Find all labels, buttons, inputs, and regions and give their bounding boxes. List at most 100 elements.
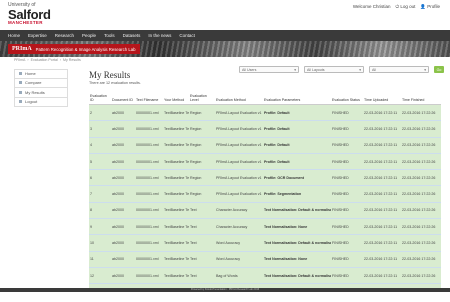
table-cell: Bag of Words bbox=[215, 267, 263, 285]
table-cell: 22-03-2016 17:22:11 bbox=[363, 234, 401, 252]
nav-item[interactable]: Research bbox=[55, 33, 74, 38]
nav-item[interactable]: People bbox=[82, 33, 96, 38]
table-cell: 22-03-2016 17:22:26 bbox=[401, 137, 441, 154]
column-header[interactable]: Evaluation ID bbox=[89, 86, 111, 105]
breadcrumb-item[interactable]: PRImA bbox=[14, 58, 25, 62]
table-row[interactable]: 8 ab2000 00000001.xml TextBaseline Tel Text C… bbox=[89, 202, 441, 220]
column-header[interactable]: Time Uploaded bbox=[363, 86, 401, 105]
breadcrumb-item[interactable]: Evaluation Portal bbox=[31, 58, 58, 62]
table-cell: 22-03-2016 17:22:11 bbox=[363, 120, 401, 138]
table-cell: ab2000 bbox=[111, 267, 135, 285]
nav-item[interactable]: Datasets bbox=[123, 33, 141, 38]
column-header[interactable]: Evaluation Level bbox=[189, 86, 215, 105]
nav-item[interactable]: Tools bbox=[104, 33, 115, 38]
sidebar-item-label: Home bbox=[25, 71, 36, 77]
table-cell: 11 bbox=[89, 251, 111, 268]
table-cell: FINISHED bbox=[331, 185, 363, 203]
table-cell: TextBaseline Tel bbox=[163, 185, 189, 203]
table-cell: TextBaseline Tel bbox=[163, 137, 189, 154]
table-row[interactable]: 12 ab2000 00000001.xml TextBaseline Tel Text… bbox=[89, 267, 441, 285]
table-cell: ab2000 bbox=[111, 169, 135, 187]
nav-item[interactable]: Expertise bbox=[28, 33, 47, 38]
table-cell: ab2000 bbox=[111, 251, 135, 268]
chevron-down-icon: ▾ bbox=[294, 67, 296, 72]
column-header[interactable]: Document ID bbox=[111, 86, 135, 105]
breadcrumb: PRImA › Evaluation Portal › My Results bbox=[14, 58, 81, 62]
table-row[interactable]: 2 ab2000 00000001.xml TextBaseline Tel Regio… bbox=[89, 104, 441, 122]
table-cell: 10 bbox=[89, 234, 111, 252]
go-button[interactable]: Go bbox=[434, 66, 444, 73]
table-row[interactable]: 6 ab2000 00000001.xml TextBaseline Tel Regio… bbox=[89, 169, 441, 187]
table-row[interactable]: 10 ab2000 00000001.xml TextBaseline Tel Text… bbox=[89, 234, 441, 252]
chevron-down-icon: ▾ bbox=[359, 67, 361, 72]
sidebar-item-home[interactable]: Home bbox=[14, 69, 68, 79]
table-cell: Text Normalisation: Default & normalisat… bbox=[263, 234, 331, 252]
logout-link[interactable]: ⏻ Log out bbox=[396, 4, 416, 10]
profile-link[interactable]: 👤 Profile bbox=[420, 4, 440, 10]
column-header[interactable]: Text Filename bbox=[135, 86, 163, 105]
column-header[interactable]: Evaluation Method bbox=[215, 86, 263, 105]
table-cell: 00000001.xml bbox=[135, 251, 163, 268]
table-cell: 7 bbox=[89, 185, 111, 203]
table-row[interactable]: 5 ab2000 00000001.xml TextBaseline Tel Regio… bbox=[89, 153, 441, 171]
table-row[interactable]: 11 ab2000 00000001.xml TextBaseline Tel Text… bbox=[89, 251, 441, 268]
column-header[interactable]: Your Method bbox=[163, 86, 189, 105]
table-cell: Text Normalisation: Default & normalisat… bbox=[263, 202, 331, 220]
table-cell: FINISHED bbox=[331, 104, 363, 122]
table-cell: 22-03-2016 17:22:11 bbox=[363, 137, 401, 154]
table-header-row: Evaluation ID Document ID Text Filename You… bbox=[89, 86, 441, 105]
table-cell: 00000001.xml bbox=[135, 234, 163, 252]
table-row[interactable]: 4 ab2000 00000001.xml TextBaseline Tel Regio… bbox=[89, 137, 441, 154]
nav-item[interactable]: Home bbox=[8, 33, 20, 38]
table-cell: ab2000 bbox=[111, 137, 135, 154]
table-cell: ab2000 bbox=[111, 185, 135, 203]
sidebar-item-compare[interactable]: Compare bbox=[14, 78, 68, 88]
table-row[interactable]: 9 ab2000 00000001.xml TextBaseline Tel Text C… bbox=[89, 218, 441, 236]
table-cell: 22-03-2016 17:22:11 bbox=[363, 218, 401, 236]
sidebar-item-label: My Results bbox=[25, 89, 45, 95]
table-cell: 22-03-2016 17:22:26 bbox=[401, 218, 441, 236]
layout-filter-select[interactable]: All Layouts ▾ bbox=[304, 66, 364, 73]
welcome-text: Welcome Christian bbox=[352, 4, 391, 9]
page-bottom bbox=[0, 292, 450, 302]
table-cell: Text bbox=[189, 251, 215, 268]
parameter-text: Text Normalisation: Default & normalisat… bbox=[264, 273, 331, 278]
table-cell: Profile: Default bbox=[263, 120, 331, 138]
logout-label: Log out bbox=[400, 4, 416, 9]
parameter-text: Profile: Default bbox=[264, 126, 290, 131]
table-cell: 00000001.xml bbox=[135, 185, 163, 203]
column-header[interactable]: Time Finished bbox=[401, 86, 441, 105]
table-cell: 9 bbox=[89, 218, 111, 236]
parameter-text: Profile: Default bbox=[264, 110, 290, 115]
column-header[interactable]: Evaluation Status bbox=[331, 86, 363, 105]
table-cell: ab2000 bbox=[111, 104, 135, 122]
table-cell: 22-03-2016 17:22:26 bbox=[401, 251, 441, 268]
nav-item[interactable]: In the news bbox=[148, 33, 171, 38]
table-cell: Text bbox=[189, 234, 215, 252]
university-logo[interactable]: University of Salford MANCHESTER bbox=[8, 3, 51, 26]
table-cell: PRImA Layout Evaluation v1 bbox=[215, 153, 263, 171]
table-cell: Profile: Segmentation bbox=[263, 185, 331, 203]
table-cell: Text Normalisation: Default & normalisat… bbox=[263, 267, 331, 285]
main-nav: Home Expertise Research People Tools Dat… bbox=[0, 30, 450, 41]
table-cell: 12 bbox=[89, 267, 111, 285]
table-row[interactable]: 7 ab2000 00000001.xml TextBaseline Tel Regio… bbox=[89, 185, 441, 203]
user-filter-select[interactable]: All Users ▾ bbox=[239, 66, 299, 73]
table-cell: 00000001.xml bbox=[135, 218, 163, 236]
table-cell: 00000001.xml bbox=[135, 202, 163, 220]
table-cell: 22-03-2016 17:22:26 bbox=[401, 202, 441, 220]
table-cell: 6 bbox=[89, 169, 111, 187]
table-cell: 22-03-2016 17:22:26 bbox=[401, 185, 441, 203]
table-cell: 22-03-2016 17:22:26 bbox=[401, 104, 441, 122]
table-cell: Text Normalisation: None bbox=[263, 218, 331, 236]
status-filter-select[interactable]: All ▾ bbox=[369, 66, 429, 73]
sidebar-item-label: Compare bbox=[25, 80, 42, 86]
sidebar-item-my-results[interactable]: My Results bbox=[14, 88, 68, 98]
sidebar-item-logout[interactable]: Logout bbox=[14, 97, 68, 107]
table-row[interactable]: 3 ab2000 00000001.xml TextBaseline Tel Regio… bbox=[89, 120, 441, 138]
table-cell: FINISHED bbox=[331, 120, 363, 138]
nav-item[interactable]: Contact bbox=[179, 33, 195, 38]
column-header[interactable]: Evaluation Parameters bbox=[263, 86, 331, 105]
table-cell: Text bbox=[189, 218, 215, 236]
table-cell: TextBaseline Tel bbox=[163, 267, 189, 285]
